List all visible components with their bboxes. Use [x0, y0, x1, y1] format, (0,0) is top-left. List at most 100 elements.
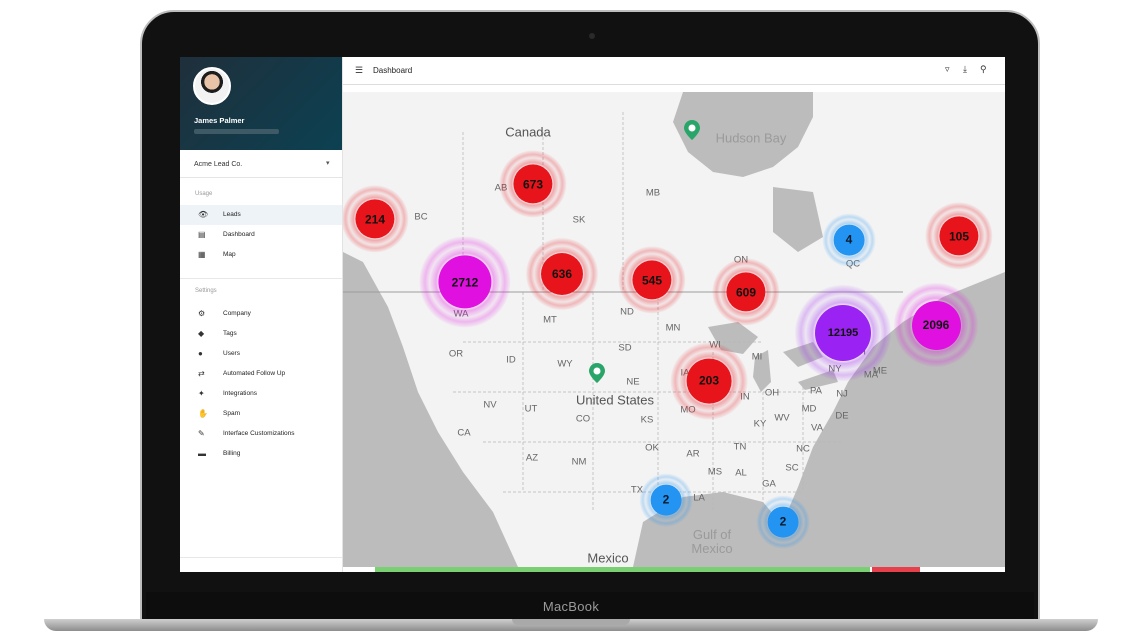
camera-icon	[589, 33, 595, 39]
chart-icon: ▤	[198, 230, 206, 239]
card-icon: ▬	[198, 449, 206, 458]
region-label-mi: MI	[751, 351, 763, 363]
user-name: James Palmer	[194, 116, 245, 125]
map-cluster[interactable]: 12195	[795, 285, 891, 381]
company-label: Acme Lead Co.	[194, 161, 243, 168]
region-label-co: CO	[575, 413, 591, 425]
region-label-de: DE	[835, 410, 849, 422]
avatar[interactable]	[193, 67, 231, 105]
edit-icon: ✎	[198, 429, 205, 438]
cluster-count: 2096	[911, 300, 961, 350]
region-label-mn: MN	[665, 322, 681, 334]
section-usage: Usage	[195, 191, 213, 197]
sidebar-item-label: Map	[223, 251, 236, 258]
search-icon[interactable]: ⚲	[980, 64, 987, 75]
sidebar-item-billing[interactable]: ▬ Billing	[180, 444, 342, 464]
laptop-notch	[512, 619, 630, 625]
region-label-va: VA	[811, 422, 823, 434]
region-label-ut: UT	[524, 403, 538, 415]
map-cluster[interactable]: 2	[639, 473, 693, 527]
topbar: ☰ Dashboard ▿ ⤓ ⚲	[343, 57, 1005, 85]
sidebar-item-users[interactable]: ● Users	[180, 344, 342, 364]
region-label-mb: MB	[645, 187, 661, 199]
sidebar-item-interface-customizations[interactable]: ✎ Interface Customizations	[180, 424, 342, 444]
sidebar-item-dashboard[interactable]: ▤ Dashboard	[180, 225, 342, 245]
sidebar-item-label: Interface Customizations	[223, 430, 295, 437]
region-label-ok: OK	[645, 442, 659, 454]
cluster-count: 2	[767, 506, 799, 538]
region-label-nm: NM	[571, 456, 587, 468]
company-selector[interactable]: Acme Lead Co. ▾	[180, 152, 342, 178]
region-label-sc: SC	[785, 462, 799, 474]
region-label-sk: SK	[572, 214, 586, 226]
tag-icon: ◆	[198, 329, 205, 338]
map-cluster[interactable]: 105	[925, 202, 993, 270]
sidebar-item-map[interactable]: ▦ Map	[180, 245, 342, 265]
status-strip-alert	[872, 567, 920, 572]
region-label-mt: MT	[543, 314, 557, 326]
user-email-blurred	[194, 129, 279, 134]
map-cluster[interactable]: 545	[618, 246, 686, 314]
map-cluster[interactable]: 609	[712, 258, 780, 326]
country-label-canada: Canada	[505, 124, 551, 140]
cluster-count: 2	[650, 484, 682, 516]
region-label-la: LA	[693, 492, 705, 504]
region-label-tn: TN	[733, 441, 747, 453]
sidebar-item-label: Automated Follow Up	[223, 370, 286, 377]
water-label-gulf: Gulf of Mexico	[691, 527, 733, 556]
sidebar-item-automated-follow-up[interactable]: ⇄ Automated Follow Up	[180, 364, 342, 384]
country-label-mexico: Mexico	[587, 550, 629, 566]
sidebar-item-integrations[interactable]: ✦ Integrations	[180, 384, 342, 404]
region-label-wv: WV	[774, 412, 790, 424]
eye-icon: 👁	[198, 210, 209, 219]
arrows-icon: ⇄	[198, 369, 205, 378]
map-cluster[interactable]: 636	[526, 238, 598, 310]
menu-icon[interactable]: ☰	[355, 65, 363, 76]
map-cluster[interactable]: 2712	[419, 236, 511, 328]
region-label-ky: KY	[753, 418, 767, 430]
plug-icon: ✦	[198, 389, 205, 398]
region-label-ks: KS	[640, 414, 654, 426]
region-label-nv: NV	[483, 399, 497, 411]
sidebar-item-tags[interactable]: ◆ Tags	[180, 324, 342, 344]
region-label-oh: OH	[764, 387, 780, 399]
region-label-nd: ND	[620, 306, 634, 318]
screen: James Palmer Acme Lead Co. ▾ Usage 👁 Lea…	[180, 57, 1005, 572]
map-icon: ▦	[198, 250, 206, 259]
section-settings: Settings	[195, 288, 217, 294]
cluster-count: 4	[833, 224, 865, 256]
region-label-al: AL	[735, 467, 747, 479]
filter-icon[interactable]: ▿	[945, 64, 950, 75]
cluster-count: 636	[541, 253, 583, 295]
region-label-ga: GA	[762, 478, 776, 490]
map-view[interactable]: Canada United States Mexico Hudson Bay G…	[343, 92, 1005, 567]
region-label-ne: NE	[626, 376, 640, 388]
map-cluster[interactable]: 673	[499, 150, 567, 218]
sidebar-item-label: Dashboard	[223, 231, 255, 238]
map-cluster[interactable]: 2096	[894, 283, 978, 367]
sidebar-item-label: Leads	[223, 211, 241, 218]
region-label-pa: PA	[810, 385, 822, 397]
region-label-ms: MS	[707, 466, 723, 478]
divider	[180, 278, 342, 279]
chevron-down-icon: ▾	[326, 160, 330, 167]
hand-icon: ✋	[198, 409, 208, 418]
sidebar-item-leads[interactable]: 👁 Leads	[180, 205, 342, 225]
profile-header: James Palmer	[180, 57, 342, 150]
sidebar-item-label: Integrations	[223, 390, 257, 397]
region-label-nj: NJ	[836, 388, 848, 400]
region-label-nc: NC	[796, 443, 810, 455]
region-label-az: AZ	[525, 452, 539, 464]
country-label-us: United States	[575, 392, 655, 408]
map-cluster[interactable]: 2	[756, 495, 810, 549]
page-title: Dashboard	[373, 66, 413, 75]
map-cluster[interactable]: 203	[670, 342, 748, 420]
gears-icon: ⚙	[198, 309, 206, 318]
download-icon[interactable]: ⤓	[963, 64, 967, 75]
sidebar-item-company[interactable]: ⚙ Company	[180, 304, 342, 324]
region-label-wy: WY	[557, 358, 573, 370]
sidebar-item-spam[interactable]: ✋ Spam	[180, 404, 342, 424]
region-label-bc: BC	[414, 211, 428, 223]
map-cluster[interactable]: 4	[822, 213, 876, 267]
region-label-ar: AR	[686, 448, 700, 460]
